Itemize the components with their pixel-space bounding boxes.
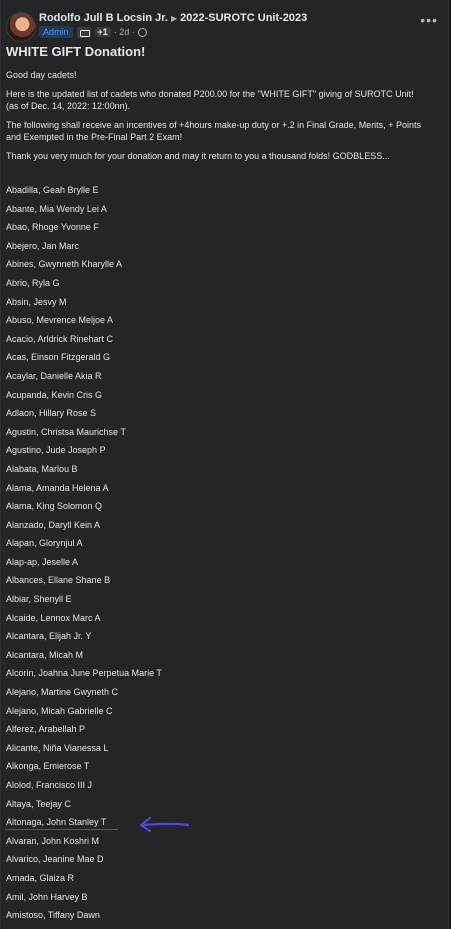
list-item: Alama, King Solomon Q (6, 501, 103, 512)
list-item: Albiar, Shenyll E (6, 594, 72, 605)
list-item: Acupanda, Kevin Cris G (6, 389, 103, 400)
annotation-arrow-icon (139, 816, 190, 833)
list-item: Agustin, Christsa Maurichse T (6, 426, 126, 437)
list-item: Alcorin, Joahna June Perpetua Marie T (6, 668, 162, 679)
more-horizontal-icon[interactable]: ••• (420, 12, 438, 28)
list-item: Alcantara, Elijah Jr. Y (6, 631, 92, 642)
greeting: Good day cadets! (6, 70, 77, 80)
author-name[interactable]: Rodolfo Jull B Locsin Jr. (39, 12, 168, 24)
list-item: Amistoso, Tiffany Dawn (6, 910, 100, 921)
post-time[interactable]: · 2d · (114, 27, 135, 37)
list-item: Alcantara, Micah M (6, 649, 84, 660)
list-item: Albances, Ellane Shane B (6, 575, 111, 586)
list-item: Alkonga, Emierose T (6, 761, 90, 772)
list-item: Acacio, Arldrick Rinehart C (6, 333, 114, 344)
annotation-underline (5, 829, 118, 830)
list-item: Alolod, Francisco III J (6, 780, 93, 790)
list-item: Abrio, Ryla G (6, 277, 60, 288)
list-item: Abao, Rhoge Yvonne F (6, 222, 99, 233)
list-item: Alap-ap, Jeselle A (6, 556, 79, 567)
caret-right-icon: ▶ (170, 14, 178, 23)
post-body: Good day cadets! Here is the updated lis… (6, 69, 436, 169)
list-item: Alejano, Martine Gwyneth C (6, 687, 119, 698)
list-item: Alvarico, Jeanine Mae D (6, 854, 104, 865)
list-item: Alvaran, John Koshri M (6, 835, 100, 846)
list-item: Adlaon, Hillary Rose S (6, 408, 97, 419)
list-item: Alanzado, Daryll Kein A (6, 519, 101, 530)
donor-list: Abadilla, Geah Brylle E Abante, Mia Wend… (6, 184, 436, 928)
list-item: Abejero, Jan Marc (6, 240, 80, 251)
author-avatar[interactable] (6, 12, 36, 42)
list-item: Alabata, Marlou B (6, 463, 78, 474)
list-item: Alferez, Arabellah P (6, 724, 86, 735)
announcement: Here is the updated list of cadets who d… (6, 88, 436, 112)
list-item: Acaylar, Danielle Akia R (6, 370, 102, 381)
list-item: Alama, Amanda Helena A (6, 482, 109, 493)
list-item: Abante, Mia Wendy Lei A (6, 203, 107, 214)
list-item: Alejano, Micah Gabrielle C (6, 705, 113, 716)
list-item: Abuso, Mevrence Meljoe A (6, 315, 114, 326)
highlighted-list-item: Altonaga, John Stanley T (6, 817, 107, 828)
member-badge-icon[interactable] (76, 26, 91, 38)
post-heading: WHITE GIFT Donation! (6, 44, 146, 59)
list-item: Amil, John Harvey B (6, 891, 88, 902)
list-item: Altaya, Teejay C (6, 798, 71, 809)
post-header: Rodolfo Jull B Locsin Jr. ▶ 2022-SUROTC Un… (1, 0, 448, 44)
list-item: Abines, Gwynneth Kharylle A (6, 259, 123, 270)
group-name[interactable]: 2022-SUROTC Unit-2023 (180, 12, 307, 24)
list-item: Acas, Einson Fitzgerald G (6, 352, 111, 363)
globe-icon (137, 27, 147, 37)
post-meta: Admin +1 · 2d · (39, 25, 147, 39)
thank-you-note: Thank you very much for your donation an… (6, 151, 390, 161)
list-item: Alicante, Niña Vianessa L (6, 742, 109, 753)
post-title-line: Rodolfo Jull B Locsin Jr. ▶ 2022-SUROTC Un… (39, 12, 307, 24)
post-card: Rodolfo Jull B Locsin Jr. ▶ 2022-SUROTC Un… (0, 0, 449, 929)
list-item: Amada, Glaiza R (6, 872, 75, 883)
list-item: Alapan, Glorynjul A (6, 538, 83, 549)
list-item: Alcaide, Lennox Marc A (6, 612, 101, 623)
incentive-note: The following shall receive an incentive… (6, 120, 421, 142)
list-item: Absin, Jesvy M (6, 296, 67, 307)
list-item: Agustino, Jude Joseph P (6, 445, 106, 456)
plus-badge[interactable]: +1 (94, 27, 111, 37)
admin-badge[interactable]: Admin (39, 26, 73, 38)
list-item: Abadilla, Geah Brylle E (6, 185, 99, 195)
announcement-line: Here is the updated list of cadets who d… (6, 89, 414, 99)
as-of-line: (as of Dec. 14, 2022: 12:00nn). (6, 101, 131, 111)
